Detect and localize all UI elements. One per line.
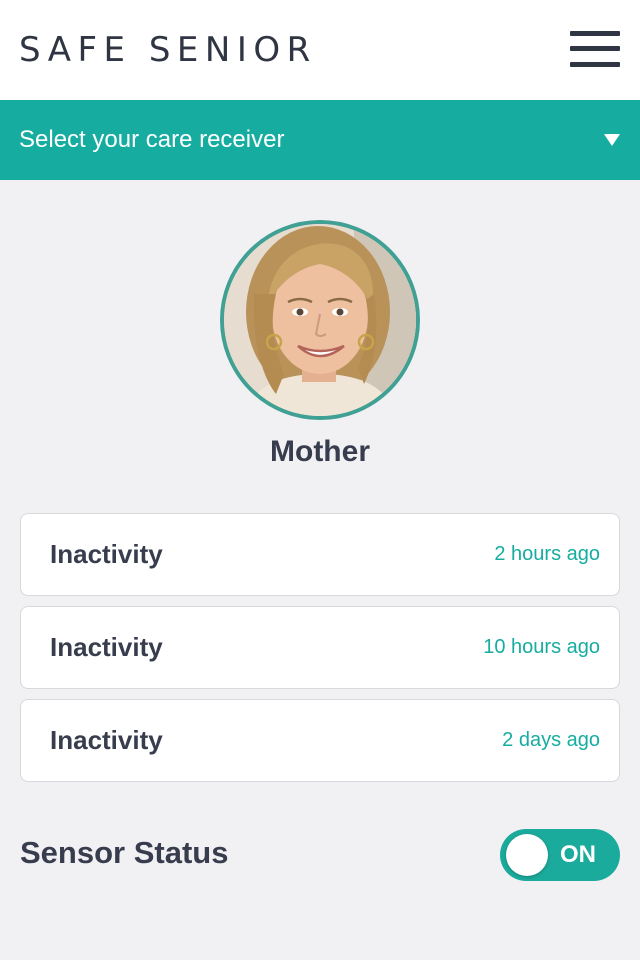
event-card[interactable]: Inactivity 2 days ago [20,699,620,782]
menu-bar [570,31,620,36]
toggle-knob [506,834,548,876]
event-card[interactable]: Inactivity 10 hours ago [20,606,620,689]
event-title: Inactivity [50,632,163,662]
avatar [220,220,420,420]
event-time: 2 hours ago [494,543,600,565]
event-card[interactable]: Inactivity 2 hours ago [20,513,620,596]
app-logo: SAFE SENIOR [19,30,317,70]
caret-down-icon[interactable] [604,134,620,146]
hamburger-menu-icon[interactable] [566,28,624,72]
sensor-status-label: Sensor Status [20,835,229,870]
app-header: SAFE SENIOR [0,0,640,100]
toggle-state-text: ON [560,841,596,868]
event-title: Inactivity [50,539,163,569]
care-receiver-name: Mother [270,435,370,468]
event-time: 10 hours ago [483,636,600,658]
care-receiver-selector-label: Select your care receiver [19,126,285,153]
menu-bar [570,46,620,51]
care-receiver-selector[interactable]: Select your care receiver [0,100,640,180]
avatar-portrait [224,224,416,416]
menu-bar [570,62,620,67]
event-time: 2 days ago [502,729,600,751]
event-title: Inactivity [50,725,163,755]
sensor-status-toggle[interactable]: ON [500,829,620,881]
